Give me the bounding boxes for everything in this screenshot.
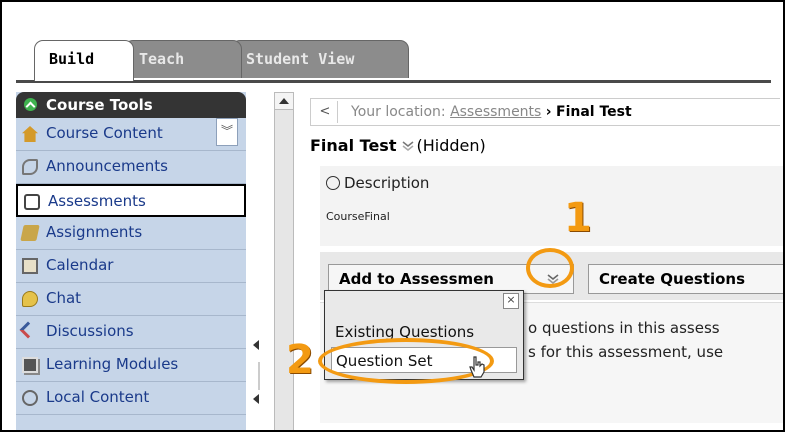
panel-message-line-1: o questions in this assess xyxy=(528,319,720,337)
sidebar-item-chat[interactable]: Chat xyxy=(16,283,246,316)
sidebar-item-assessments[interactable]: Assessments xyxy=(16,184,246,217)
assessment-icon xyxy=(24,194,40,210)
collapse-left-icon[interactable] xyxy=(253,340,259,350)
close-icon[interactable]: × xyxy=(503,293,519,309)
announcement-icon xyxy=(22,159,38,175)
local-content-icon xyxy=(22,390,38,406)
description-text: CourseFinal xyxy=(326,210,390,223)
sidebar-item-discussions[interactable]: Discussions xyxy=(16,316,246,349)
tab-strip: Student View Teach Build xyxy=(16,40,771,83)
description-box: Description CourseFinal xyxy=(320,166,783,246)
tab-teach[interactable]: Teach xyxy=(124,40,242,78)
sidebar-item-label: Assignments xyxy=(46,223,143,241)
sidebar-item-local-content[interactable]: Local Content xyxy=(16,382,246,415)
breadcrumb-separator: › xyxy=(545,104,552,120)
tab-build[interactable]: Build xyxy=(34,40,134,81)
description-heading[interactable]: Description xyxy=(326,174,429,192)
sidebar-item-label: Chat xyxy=(46,289,82,307)
create-questions-button[interactable]: Create Questions xyxy=(588,264,783,294)
sidebar-splitter[interactable] xyxy=(246,92,270,430)
breadcrumb-prefix: Your location: xyxy=(351,104,446,120)
screenshot-frame: Student View Teach Build Course Tools Co… xyxy=(0,0,785,432)
course-tools-header[interactable]: Course Tools xyxy=(16,92,246,118)
scroll-up-icon[interactable] xyxy=(275,93,293,110)
sidebar-item-label: Local Content xyxy=(46,388,150,406)
hand-cursor-icon xyxy=(469,356,485,378)
breadcrumb: < Your location: Assessments › Final Tes… xyxy=(310,98,780,126)
description-heading-label: Description xyxy=(344,174,430,192)
sidebar-item-calendar[interactable]: Calendar xyxy=(16,250,246,283)
breadcrumb-link-assessments[interactable]: Assessments xyxy=(450,104,541,120)
tab-student-view[interactable]: Student View xyxy=(231,40,409,78)
collapse-circle-icon[interactable] xyxy=(24,98,37,111)
hidden-status: (Hidden) xyxy=(416,136,486,155)
callout-number-2: 2 xyxy=(286,337,314,383)
breadcrumb-current: Final Test xyxy=(556,104,632,120)
learning-module-icon xyxy=(22,357,38,373)
create-questions-label: Create Questions xyxy=(599,270,746,288)
sidebar-item-learning-modules[interactable]: Learning Modules xyxy=(16,349,246,382)
course-tools-sidebar: Course Tools Course Content ︾ Announceme… xyxy=(16,92,247,430)
sidebar-item-label: Assessments xyxy=(48,192,146,210)
page-title-text: Final Test xyxy=(310,136,397,155)
splitter-grip[interactable] xyxy=(258,362,260,390)
sidebar-item-label: Learning Modules xyxy=(46,355,179,373)
course-tools-title: Course Tools xyxy=(46,96,153,114)
callout-ring-1 xyxy=(526,248,574,288)
sidebar-item-assignments[interactable]: Assignments xyxy=(16,217,246,250)
chevron-double-down-icon[interactable]: ︾ xyxy=(216,118,238,146)
back-arrow-icon[interactable]: < xyxy=(313,101,338,123)
chat-icon xyxy=(22,291,38,307)
sidebar-item-label: Calendar xyxy=(46,256,114,274)
callout-number-1: 1 xyxy=(564,195,592,241)
page-title: Final Test (Hidden) xyxy=(310,136,486,155)
discussion-icon xyxy=(19,321,37,339)
collapse-circle-icon[interactable] xyxy=(326,176,340,190)
assignment-icon xyxy=(20,225,40,241)
house-icon xyxy=(22,126,38,142)
add-to-assessment-label: Add to Assessmen xyxy=(339,270,494,288)
calendar-icon xyxy=(22,258,38,274)
sidebar-item-label: Discussions xyxy=(46,322,134,340)
panel-message-line-2: s for this assessment, use xyxy=(528,343,724,361)
breadcrumb-text: Your location: Assessments › Final Test xyxy=(351,99,632,125)
sidebar-item-announcements[interactable]: Announcements xyxy=(16,151,246,184)
sidebar-item-course-content[interactable]: Course Content ︾ xyxy=(16,118,246,151)
collapse-left-icon[interactable] xyxy=(253,394,259,404)
sidebar-item-label: Course Content xyxy=(46,124,163,142)
sidebar-item-label: Announcements xyxy=(46,157,168,175)
hidden-icon xyxy=(403,141,414,151)
